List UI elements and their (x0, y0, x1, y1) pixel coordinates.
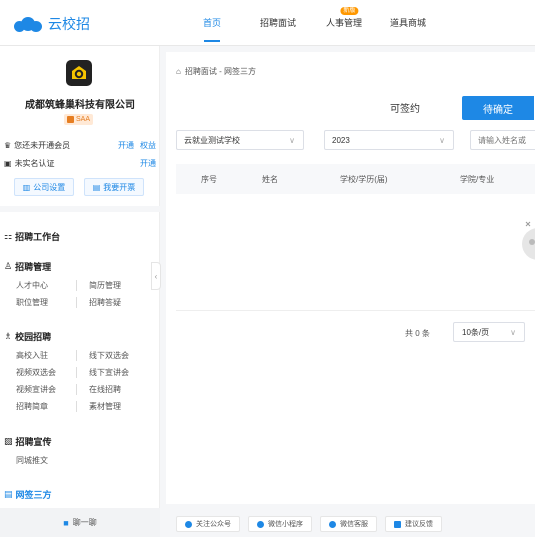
company-name: 成都筑蜂巢科技有限公司 (25, 100, 135, 111)
sidebar: 成都筑蜂巢科技有限公司 SAA ♛ 您还未开通会员 开通 权益 ▣ 未实名认证 … (0, 46, 161, 537)
menu-online-recruit[interactable]: 在线招聘 (76, 384, 136, 395)
menu-local-article[interactable]: 同城推文 (16, 455, 48, 466)
menu-university-settle[interactable]: 高校入驻 (16, 350, 76, 361)
new-badge: 新版 (340, 7, 359, 15)
sidebar-divider (0, 206, 160, 212)
sidebar-workbench[interactable]: ⚏ 招聘工作台 (4, 230, 60, 243)
mini-program-icon (257, 520, 264, 528)
empty-state-illustration (522, 221, 535, 260)
chat-button[interactable]: ■ 聊一聊 (0, 508, 160, 537)
section-campus-recruit: ♗ 校园招聘 (4, 331, 52, 342)
realname-status-row: ▣ 未实名认证 开通 (4, 158, 156, 169)
sidebar-e-sign-tripartite[interactable]: ▤ 网签三方 (4, 488, 52, 501)
chat-icon: ■ (63, 517, 69, 528)
table-header: 序号 姓名 学校/学历(届) 学院/专业 (176, 164, 535, 194)
company-logo-icon (72, 66, 86, 79)
menu-resume-management[interactable]: 简历管理 (76, 280, 136, 291)
crown-icon: ♛ (4, 140, 12, 150)
realname-open-link[interactable]: 开通 (140, 158, 156, 169)
cloud-icon (14, 16, 44, 32)
building-icon: ▥ (22, 182, 31, 192)
follow-account-button[interactable]: 关注公众号 (176, 516, 240, 532)
nav-recruit-interview[interactable]: 招聘面试 (260, 0, 296, 46)
member-open-link[interactable]: 开通 (118, 140, 134, 151)
menu-material-management[interactable]: 素材管理 (76, 401, 136, 412)
menu-job-management[interactable]: 职位管理 (16, 297, 76, 308)
app-logo[interactable]: 云校招 (14, 14, 90, 34)
nav-hr-management[interactable]: 新版 人事管理 (326, 0, 362, 46)
search-input[interactable] (470, 130, 535, 150)
page-size-select[interactable]: 10条/页 ∨ (453, 322, 525, 342)
wechat-official-icon (185, 520, 192, 528)
user-icon: ♙ (4, 261, 13, 271)
app-logo-text: 云校招 (48, 16, 90, 32)
saa-badge: SAA (64, 114, 94, 125)
mini-program-button[interactable]: 微信小程序 (248, 516, 312, 532)
menu-offline-talk[interactable]: 线下宣讲会 (76, 367, 136, 378)
nav-home[interactable]: 首页 (198, 0, 226, 46)
company-logo (66, 60, 92, 86)
chevron-down-icon: ∨ (289, 135, 295, 145)
tab-signable[interactable]: 可签约 (390, 100, 420, 115)
year-select[interactable]: 2023 ∨ (324, 130, 454, 150)
col-school: 学校/学历(届) (340, 175, 388, 184)
member-status-row: ♛ 您还未开通会员 开通 权益 (4, 140, 156, 151)
col-name: 姓名 (262, 175, 278, 184)
id-card-icon: ▣ (4, 158, 12, 168)
menu-offline-fair[interactable]: 线下双选会 (76, 350, 136, 361)
section-recruit-promotion: ▧ 招聘宣传 (4, 436, 52, 447)
invoice-button[interactable]: ▤ 我要开票 (84, 178, 144, 196)
tab-pending[interactable]: 待确定 (462, 96, 534, 120)
graduation-icon: ♗ (4, 331, 13, 341)
invoice-icon: ▤ (92, 182, 101, 192)
chevron-down-icon: ∨ (510, 327, 516, 337)
menu-recruit-qa[interactable]: 招聘答疑 (76, 297, 136, 308)
total-count: 共 0 条 (405, 329, 430, 338)
col-college: 学院/专业 (460, 175, 495, 184)
saa-badge-icon (67, 116, 74, 123)
sidebar-collapse-handle[interactable]: ‹ (151, 262, 161, 290)
menu-video-talk[interactable]: 视频宣讲会 (16, 384, 76, 395)
nav-prop-store[interactable]: 道具商城 (390, 0, 426, 46)
menu-video-fair[interactable]: 视频双选会 (16, 367, 76, 378)
workbench-icon: ⚏ (4, 231, 13, 241)
home-icon: ⌂ (176, 67, 181, 76)
table-divider (176, 310, 535, 311)
member-rights-link[interactable]: 权益 (140, 140, 156, 151)
menu-recruit-brochure[interactable]: 招聘简章 (16, 401, 76, 412)
customer-service-icon (329, 520, 336, 528)
chevron-down-icon: ∨ (439, 135, 445, 145)
recruit-management-menu: 人才中心 简历管理 职位管理 招聘答疑 (16, 280, 136, 308)
main-nav: 首页 招聘面试 新版 人事管理 道具商城 (186, 0, 426, 46)
school-select[interactable]: 云就业测试学校 ∨ (176, 130, 304, 150)
megaphone-icon: ▧ (4, 436, 13, 446)
breadcrumb: ⌂ 招聘面试 - 网签三方 (176, 67, 256, 76)
col-index: 序号 (201, 175, 217, 184)
document-icon: ▤ (4, 489, 13, 499)
wechat-service-button[interactable]: 微信客服 (320, 516, 377, 532)
main-content: ⌂ 招聘面试 - 网签三方 可签约 待确定 云就业测试学校 ∨ 2023 ∨ 序… (166, 52, 535, 504)
section-recruit-management: ♙ 招聘管理 (4, 261, 52, 272)
feedback-icon (394, 520, 401, 528)
top-navbar: 云校招 首页 招聘面试 新版 人事管理 道具商城 (0, 0, 535, 46)
menu-talent-center[interactable]: 人才中心 (16, 280, 76, 291)
campus-recruit-menu: 高校入驻 线下双选会 视频双选会 线下宣讲会 视频宣讲会 在线招聘 招聘简章 素… (16, 350, 136, 412)
footer-bar: 关注公众号 微信小程序 微信客服 建议反馈 (176, 516, 442, 532)
company-settings-button[interactable]: ▥ 公司设置 (14, 178, 74, 196)
feedback-button[interactable]: 建议反馈 (385, 516, 442, 532)
